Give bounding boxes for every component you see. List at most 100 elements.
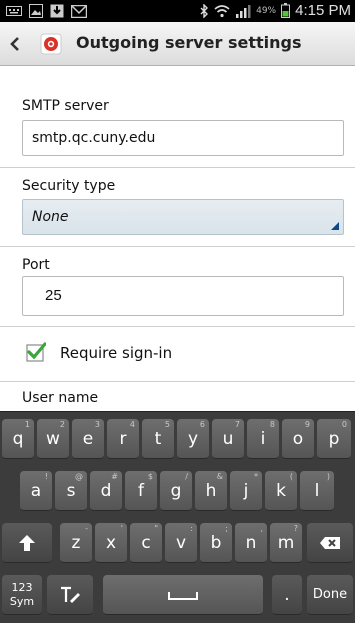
text-input-options-key[interactable] bbox=[47, 575, 93, 615]
symbols-key[interactable]: 123 Sym bbox=[2, 575, 42, 615]
key-c[interactable]: " c bbox=[130, 523, 162, 563]
battery-icon bbox=[281, 3, 291, 18]
key-a[interactable]: ! a bbox=[20, 471, 52, 511]
divider bbox=[0, 326, 355, 327]
gmail-icon bbox=[71, 4, 87, 18]
key-m[interactable]: ? m bbox=[270, 523, 302, 563]
key-w[interactable]: 2w bbox=[37, 419, 69, 459]
chevron-left-icon[interactable] bbox=[6, 33, 24, 55]
key-v[interactable]: :v bbox=[165, 523, 197, 563]
port-input[interactable]: 25 bbox=[22, 276, 344, 316]
key-i[interactable]: 8i bbox=[247, 419, 279, 459]
key-label: v bbox=[175, 533, 187, 553]
key-label: d bbox=[100, 481, 112, 501]
bluetooth-icon bbox=[200, 3, 209, 18]
key-y[interactable]: 6y bbox=[177, 419, 209, 459]
key-hint: * bbox=[254, 472, 258, 481]
key-s[interactable]: @ s bbox=[55, 471, 87, 511]
key-label: k bbox=[276, 481, 286, 501]
key-label: t bbox=[154, 429, 162, 449]
key-e[interactable]: 3e bbox=[72, 419, 104, 459]
username-label: User name bbox=[22, 390, 99, 406]
key-hint: - bbox=[85, 524, 88, 533]
soft-keyboard: 1q 2w 3e 4r 5t 6y 7u 8i 9o 0p ! a @ s # d $… bbox=[0, 411, 355, 623]
image-icon bbox=[29, 4, 43, 18]
divider bbox=[0, 167, 355, 168]
key-x[interactable]: ' x bbox=[95, 523, 127, 563]
key-b[interactable]: ; b bbox=[200, 523, 232, 563]
key-k[interactable]: (k bbox=[265, 471, 297, 511]
clock: 4:15 PM bbox=[295, 2, 351, 19]
period-key[interactable]: . bbox=[272, 575, 302, 615]
key-hint: # bbox=[111, 472, 118, 481]
divider bbox=[0, 246, 355, 247]
done-key[interactable]: Done bbox=[307, 575, 353, 615]
key-hint: 1 bbox=[24, 420, 30, 429]
text-pen-icon bbox=[61, 586, 80, 603]
require-signin-checkbox[interactable] bbox=[26, 342, 46, 362]
key-label: c bbox=[141, 533, 151, 553]
key-hint: ' bbox=[120, 524, 123, 533]
key-p[interactable]: 0p bbox=[317, 419, 351, 459]
key-hint: 3 bbox=[94, 420, 100, 429]
symbols-key-top: 123 bbox=[11, 581, 33, 594]
key-q[interactable]: 1q bbox=[2, 419, 34, 459]
key-hint: : bbox=[190, 524, 193, 533]
key-label: h bbox=[205, 481, 217, 501]
key-hint: ? bbox=[293, 524, 298, 533]
key-label: x bbox=[105, 533, 117, 553]
key-label: y bbox=[187, 429, 199, 449]
key-o[interactable]: 9o bbox=[282, 419, 314, 459]
signal-icon bbox=[236, 4, 251, 18]
key-label: w bbox=[46, 429, 60, 449]
key-hint: 9 bbox=[304, 420, 310, 429]
key-label: u bbox=[222, 429, 234, 449]
keyboard-icon bbox=[6, 6, 22, 16]
divider bbox=[0, 381, 355, 382]
key-label: . bbox=[284, 585, 290, 605]
key-t[interactable]: 5t bbox=[142, 419, 174, 459]
smtp-server-input[interactable]: smtp.qc.cuny.edu bbox=[22, 120, 344, 156]
key-f[interactable]: $ f bbox=[125, 471, 157, 511]
key-l[interactable]: ) l bbox=[300, 471, 334, 511]
key-label: j bbox=[243, 481, 249, 501]
key-n[interactable]: ,n bbox=[235, 523, 267, 563]
key-label: g bbox=[170, 481, 182, 501]
key-hint: " bbox=[154, 524, 158, 533]
require-signin-label[interactable]: Require sign-in bbox=[60, 344, 172, 362]
wifi-icon bbox=[214, 4, 230, 17]
key-hint: @ bbox=[75, 472, 83, 481]
key-z[interactable]: -z bbox=[60, 523, 92, 563]
security-type-label: Security type bbox=[22, 178, 116, 194]
key-hint: ) bbox=[326, 472, 330, 481]
key-u[interactable]: 7u bbox=[212, 419, 244, 459]
space-key[interactable] bbox=[103, 575, 263, 615]
key-j[interactable]: * j bbox=[230, 471, 262, 511]
key-label: r bbox=[119, 429, 127, 449]
security-type-select[interactable]: None bbox=[22, 199, 344, 235]
key-hint: & bbox=[216, 472, 223, 481]
port-label: Port bbox=[22, 257, 50, 273]
email-app-icon[interactable] bbox=[40, 33, 62, 55]
key-h[interactable]: & h bbox=[195, 471, 227, 511]
key-hint: / bbox=[185, 472, 188, 481]
key-hint: 0 bbox=[341, 420, 347, 429]
key-label: n bbox=[245, 533, 257, 553]
key-label: z bbox=[71, 533, 81, 553]
key-label: o bbox=[292, 429, 304, 449]
smtp-server-label: SMTP server bbox=[22, 98, 109, 114]
key-hint: 8 bbox=[269, 420, 275, 429]
key-label: i bbox=[260, 429, 266, 449]
key-g[interactable]: / g bbox=[160, 471, 192, 511]
backspace-key[interactable] bbox=[307, 523, 353, 563]
key-label: m bbox=[277, 533, 295, 553]
space-icon bbox=[168, 592, 198, 600]
page-title: Outgoing server settings bbox=[76, 33, 302, 52]
shift-key[interactable] bbox=[2, 523, 52, 563]
key-hint: 6 bbox=[199, 420, 205, 429]
key-r[interactable]: 4r bbox=[107, 419, 139, 459]
key-d[interactable]: # d bbox=[90, 471, 122, 511]
key-label: Done bbox=[312, 587, 348, 602]
download-icon bbox=[50, 4, 64, 18]
key-hint: , bbox=[260, 524, 263, 533]
